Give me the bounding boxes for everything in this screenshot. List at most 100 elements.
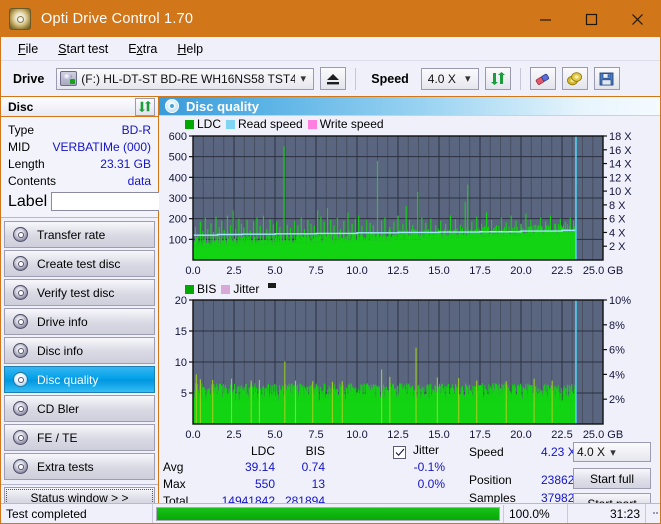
progress-bar [153,504,504,523]
toolbar-divider [519,67,521,90]
svg-text:300: 300 [169,193,187,205]
svg-text:17.5: 17.5 [469,265,490,277]
sidebar-item-transfer-rate[interactable]: Transfer rate [4,221,155,249]
legend-swatch-marker [268,283,277,289]
sidebar-nav: Transfer rate Create test disc Verify te… [1,218,158,482]
legend-entry-bis: BIS [185,282,216,296]
bis-chart-legend: BIS Jitter [159,280,660,296]
disc-field-type-label: Type [8,122,35,137]
disc-field-mid-value: VERBATIMe (000) [52,139,151,154]
jitter-checkbox[interactable] [393,445,406,459]
stats-avg-bis: 0.74 [301,460,325,475]
disc-icon [13,227,28,243]
save-button[interactable] [593,67,620,90]
body: Disc Type BD-R MID VERBATIMe (000) Lengt… [1,97,660,515]
legend-label-jitter: Jitter [233,282,260,297]
test-speed-select[interactable]: 4.0 X ▾ [573,442,651,463]
drive-label: Drive [13,71,45,86]
disc-field-contents-label: Contents [8,173,57,188]
drive-select[interactable]: (F:) HL-DT-ST BD-RE WH16NS58 TST4 ▾ [56,67,315,90]
menu-file[interactable]: File [9,39,47,59]
svg-text:5: 5 [181,388,187,400]
svg-text:22.5: 22.5 [551,265,572,277]
sidebar-item-disc-info[interactable]: Disc info [4,337,155,365]
stats-max-bis: 13 [311,477,325,492]
app-window: Opti Drive Control 1.70 File Start test … [0,0,661,524]
svg-text:10%: 10% [609,296,631,307]
refresh-button[interactable] [484,67,511,90]
sidebar-item-label: Disc info [37,343,84,358]
disc-icon [13,343,28,359]
toolbar-divider [355,67,357,90]
speed-select[interactable]: 4.0 X ▾ [420,67,479,90]
legend-label-read-speed: Read speed [238,117,303,132]
sidebar-item-create-test-disc[interactable]: Create test disc [4,250,155,278]
svg-text:7.5: 7.5 [308,265,323,277]
eject-button[interactable] [320,67,347,90]
stats-row-max-label: Max [163,477,186,492]
stats-position-label: Position [469,473,512,488]
disc-icon [13,372,28,388]
legend-entry-jitter: Jitter [221,282,259,296]
minimize-icon[interactable] [522,1,568,37]
sidebar-spacer [1,484,158,486]
maximize-icon[interactable] [568,1,614,37]
jitter-toggle[interactable]: Jitter [393,443,440,459]
stats-max-jitter: 0.0% [417,477,445,492]
menu-extra[interactable]: Extra [119,39,166,59]
svg-text:15.0: 15.0 [428,429,449,441]
svg-text:10.0: 10.0 [346,429,367,441]
sidebar-item-drive-info[interactable]: Drive info [4,308,155,336]
main-header: Disc quality [159,97,660,117]
close-icon[interactable] [614,1,660,37]
svg-text:2 X: 2 X [609,241,626,253]
window-title: Opti Drive Control 1.70 [41,11,194,27]
disc-field-length-value: 23.31 GB [100,156,151,171]
legend-label-ldc: LDC [197,117,222,132]
svg-text:600: 600 [169,132,187,143]
sidebar-item-verify-test-disc[interactable]: Verify test disc [4,279,155,307]
chevron-down-icon: ▾ [300,73,307,85]
test-speed-value: 4.0 X [577,445,606,460]
disc-field-length-label: Length [8,156,45,171]
svg-text:15.0: 15.0 [428,265,449,277]
stats-row-avg-label: Avg [163,460,184,475]
menu-help[interactable]: Help [168,39,212,59]
erase-button[interactable] [529,67,556,90]
window-controls [522,1,660,37]
sidebar-item-fe-te[interactable]: FE / TE [4,424,155,452]
svg-text:15: 15 [175,326,187,338]
title-bar: Opti Drive Control 1.70 [1,1,660,37]
disc-icon [13,459,28,475]
progress-track [156,506,500,521]
sidebar-item-label: Disc quality [37,372,99,387]
svg-text:20: 20 [175,296,187,307]
sidebar-item-extra-tests[interactable]: Extra tests [4,453,155,481]
disc-field-type: Type BD-R [8,121,151,138]
start-full-button[interactable]: Start full [573,468,651,490]
stats-col-ldc: LDC [250,444,275,459]
menu-start-test[interactable]: Start test [49,39,117,59]
sidebar-item-cd-bler[interactable]: CD Bler [4,395,155,423]
svg-text:0.0: 0.0 [185,429,200,441]
svg-text:22.5: 22.5 [551,429,572,441]
svg-text:200: 200 [169,214,187,226]
sidebar-item-label: Create test disc [37,256,121,271]
sidebar-item-disc-quality[interactable]: Disc quality [4,366,155,394]
coins-button[interactable] [561,67,588,90]
disc-icon [13,401,28,417]
legend-swatch-bis [185,284,194,294]
disc-icon [13,256,28,272]
jitter-label: Jitter [413,443,440,458]
svg-text:18 X: 18 X [609,132,632,143]
disc-refresh-button[interactable] [135,97,155,116]
stats-panel: LDC BIS Avg 39.14 0.74 -0.1% Max 550 13 … [159,442,660,515]
bis-chart: 5 10 15 20 2% 4% 6% 8% 10% 0.0 2.5 5.0 7.5 10.0 12.5 15… [159,296,660,444]
svg-text:7.5: 7.5 [308,429,323,441]
svg-text:16 X: 16 X [609,145,632,157]
legend-swatch-write-speed [307,119,317,129]
resize-grip-icon[interactable] [646,511,660,516]
page-title: Disc quality [186,98,259,114]
main-pane: Disc quality LDC Read speed Write speed [159,97,660,515]
stats-avg-ldc: 39.14 [244,460,275,475]
